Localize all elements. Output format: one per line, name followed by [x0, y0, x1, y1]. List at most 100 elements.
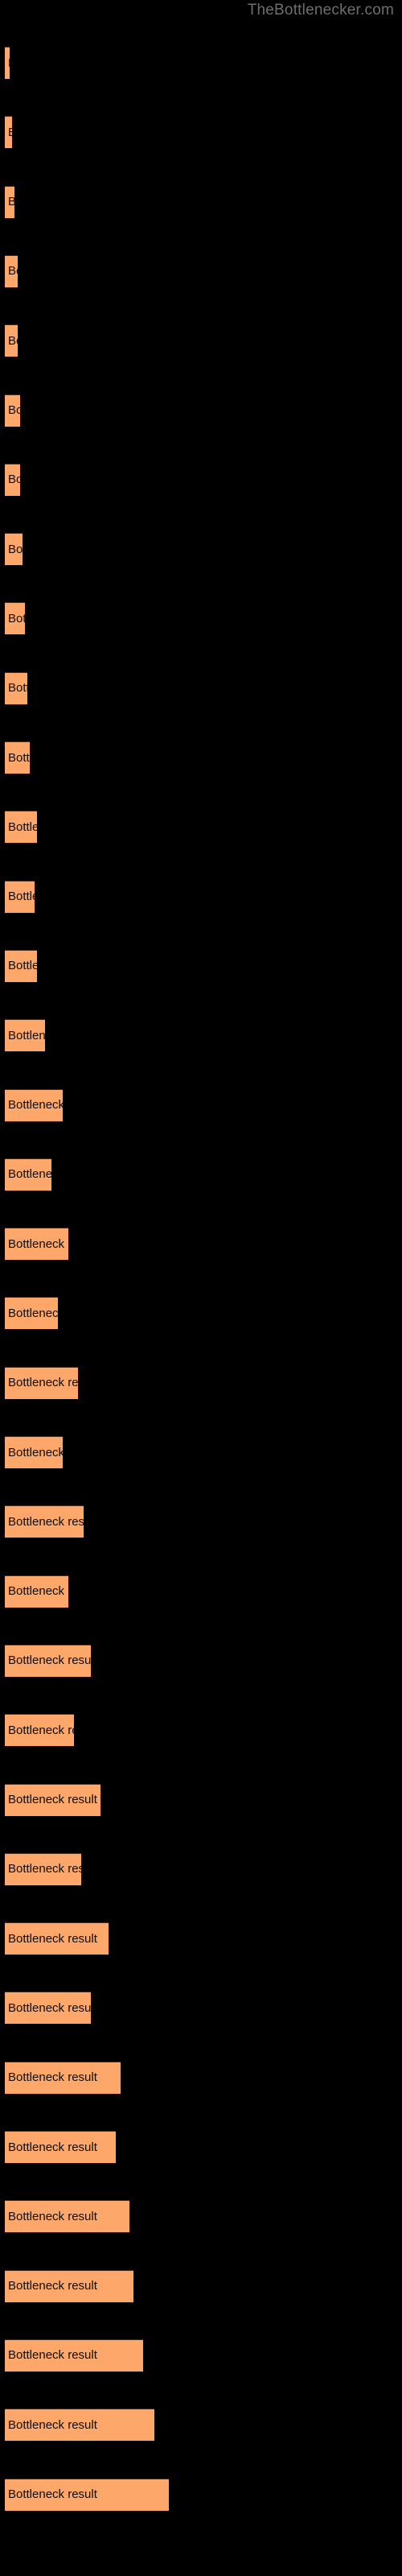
bar[interactable]: Bottleneck result [5, 1366, 78, 1399]
bar-row: Bottleneck result [0, 1436, 402, 1468]
bar-label: Bottleneck result [8, 959, 37, 973]
bar-label: Bottleneck result [8, 1098, 63, 1112]
bar-label: Bottleneck result [8, 1584, 68, 1599]
bar-row: Bottleneck result [0, 1575, 402, 1608]
bar[interactable]: Bottleneck result [5, 671, 27, 704]
bar-row: Bottleneck result [0, 1297, 402, 1330]
bar[interactable]: Bottleneck result [5, 2409, 154, 2442]
bar-label: Bottleneck result [8, 2070, 97, 2085]
bar-label: Bottleneck result [8, 2417, 97, 2432]
bar-row: Bottleneck result [0, 741, 402, 774]
bar-row: Bottleneck result [0, 185, 402, 218]
bar[interactable]: Bottleneck result [5, 47, 10, 79]
bar-row: Bottleneck result [0, 671, 402, 704]
bar-label: Bottleneck result [8, 542, 23, 556]
bar-label: Bottleneck result [8, 681, 27, 696]
bar[interactable]: Bottleneck result [5, 1922, 109, 1955]
bar-label: Bottleneck result [8, 1931, 97, 1946]
bar[interactable]: Bottleneck result [5, 1714, 74, 1747]
bar-row: Bottleneck result [0, 47, 402, 79]
bar[interactable]: Bottleneck result [5, 602, 25, 635]
bottleneck-bar-chart: Bottleneck result Bottleneck result Bottle… [0, 0, 402, 2576]
bar-row: Bottleneck result [0, 1644, 402, 1677]
bar[interactable]: Bottleneck result [5, 2269, 133, 2302]
bar[interactable]: Bottleneck result [5, 185, 14, 218]
bar[interactable]: Bottleneck result [5, 1158, 51, 1191]
bar[interactable]: Bottleneck result [5, 2131, 116, 2163]
bar-label: Bottleneck result [8, 1514, 84, 1529]
bar-row: Bottleneck result [0, 1783, 402, 1816]
bar[interactable]: Bottleneck result [5, 949, 37, 982]
bar[interactable]: Bottleneck result [5, 2339, 143, 2372]
bar-label: Bottleneck result [8, 611, 25, 625]
bar-label: Bottleneck result [8, 1236, 68, 1251]
bar-label: Bottleneck result [8, 2140, 97, 2154]
bar-row: Bottleneck result [0, 2478, 402, 2511]
bar[interactable]: Bottleneck result [5, 324, 18, 357]
bar-label: Bottleneck result [8, 1167, 51, 1182]
bar[interactable]: Bottleneck result [5, 1852, 81, 1885]
bar[interactable]: Bottleneck result [5, 2200, 129, 2233]
bar-row: Bottleneck result [0, 811, 402, 844]
bar-row: Bottleneck result [0, 533, 402, 566]
bar-row: Bottleneck result [0, 1158, 402, 1191]
bar[interactable]: Bottleneck result [5, 463, 20, 496]
bar-label: Bottleneck result [8, 333, 18, 348]
bar-label: Bottleneck result [8, 1028, 45, 1042]
bar-row: Bottleneck result [0, 2131, 402, 2163]
bar-label: Bottleneck result [8, 1306, 58, 1320]
bar-label: Bottleneck result [8, 126, 12, 140]
bar[interactable]: Bottleneck result [5, 1783, 100, 1816]
bar[interactable]: Bottleneck result [5, 254, 18, 287]
bar-row: Bottleneck result [0, 2061, 402, 2094]
bar-label: Bottleneck result [8, 890, 35, 904]
bar-row: Bottleneck result [0, 116, 402, 149]
bar[interactable]: Bottleneck result [5, 116, 12, 149]
bar-label: Bottleneck result [8, 1862, 81, 1876]
bar-label: Bottleneck result [8, 1445, 63, 1459]
bar-label: Bottleneck result [8, 1723, 74, 1737]
bar[interactable]: Bottleneck result [5, 1228, 68, 1261]
bar-row: Bottleneck result [0, 1366, 402, 1399]
bar-row: Bottleneck result [0, 1922, 402, 1955]
bar-label: Bottleneck result [8, 2000, 91, 2015]
bar-row: Bottleneck result [0, 1992, 402, 2025]
bar[interactable]: Bottleneck result [5, 1575, 68, 1608]
bar-label: Bottleneck result [8, 2348, 97, 2363]
bar[interactable]: Bottleneck result [5, 1644, 91, 1677]
bar[interactable]: Bottleneck result [5, 1992, 91, 2025]
bar[interactable]: Bottleneck result [5, 811, 37, 844]
bar-row: Bottleneck result [0, 1088, 402, 1121]
bar-row: Bottleneck result [0, 1505, 402, 1538]
bar-label: Bottleneck result [8, 1376, 78, 1390]
bar-label: Bottleneck result [8, 56, 10, 71]
bar[interactable]: Bottleneck result [5, 1019, 45, 1052]
bar-label: Bottleneck result [8, 195, 14, 209]
bar-row: Bottleneck result [0, 880, 402, 913]
bar[interactable]: Bottleneck result [5, 2478, 169, 2511]
bar-label: Bottleneck result [8, 1793, 97, 1806]
bar-label: Bottleneck result [8, 750, 30, 765]
bar[interactable]: Bottleneck result [5, 2061, 121, 2094]
bar-label: Bottleneck result [8, 403, 20, 417]
bar-row: Bottleneck result [0, 324, 402, 357]
bar-label: Bottleneck result [8, 2487, 97, 2501]
bar-row: Bottleneck result [0, 254, 402, 287]
bar-label: Bottleneck result [8, 819, 37, 834]
bar-row: Bottleneck result [0, 2409, 402, 2442]
bar[interactable]: Bottleneck result [5, 880, 35, 913]
bar-row: Bottleneck result [0, 1228, 402, 1261]
bar-row: Bottleneck result [0, 949, 402, 982]
bar[interactable]: Bottleneck result [5, 1297, 58, 1330]
bar[interactable]: Bottleneck result [5, 1088, 63, 1121]
bar[interactable]: Bottleneck result [5, 741, 30, 774]
bar-row: Bottleneck result [0, 2200, 402, 2233]
bar[interactable]: Bottleneck result [5, 1436, 63, 1468]
bar-row: Bottleneck result [0, 2339, 402, 2372]
bar[interactable]: Bottleneck result [5, 533, 23, 566]
bar-label: Bottleneck result [8, 2209, 97, 2223]
bar-label: Bottleneck result [8, 1653, 91, 1668]
bar[interactable]: Bottleneck result [5, 394, 20, 427]
bar-label: Bottleneck result [8, 2279, 97, 2293]
bar[interactable]: Bottleneck result [5, 1505, 84, 1538]
